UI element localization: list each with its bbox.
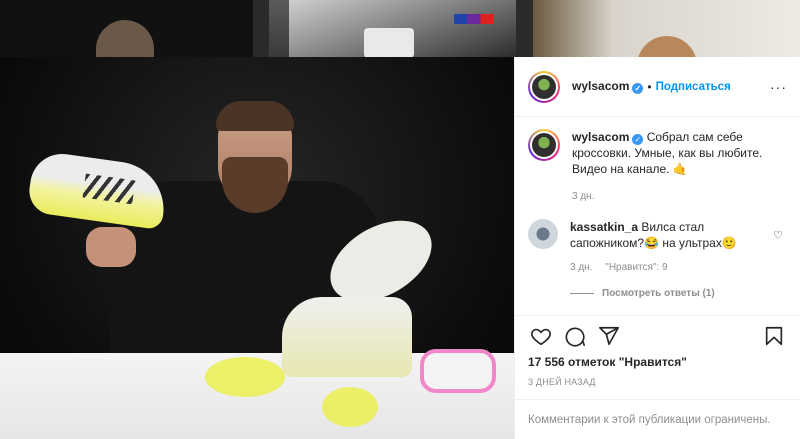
commenter-username[interactable]: kassatkin_a: [570, 220, 638, 234]
author-avatar[interactable]: [528, 129, 560, 161]
feed-thumbnail[interactable]: [532, 0, 800, 57]
commenter-avatar[interactable]: [528, 219, 558, 249]
feed-background: [0, 0, 800, 57]
share-icon[interactable]: [596, 323, 622, 349]
view-replies-label: Посмотреть ответы (1): [602, 288, 715, 299]
author-username[interactable]: wylsacom ✓: [572, 79, 644, 94]
verified-icon: ✓: [632, 83, 644, 94]
post-modal: wylsacom ✓ • Подписаться ··· wylsacom ✓ Со…: [0, 57, 800, 439]
comments-section: wylsacom ✓ Собрал сам себе кроссовки. Умн…: [515, 117, 800, 315]
comment-likes[interactable]: "Нравится": 9: [605, 262, 667, 273]
post-photo[interactable]: [0, 57, 514, 439]
post-date[interactable]: 3 ДНЕЙ НАЗАД: [515, 373, 800, 399]
action-bar: [515, 315, 800, 355]
bookmark-icon[interactable]: [761, 323, 787, 349]
verified-icon: ✓: [632, 134, 644, 145]
caption: wylsacom ✓ Собрал сам себе кроссовки. Умн…: [528, 129, 787, 205]
comment-heart-icon[interactable]: ♡: [773, 229, 783, 242]
separator-dot: •: [647, 79, 652, 94]
comment: kassatkin_a Вилса стал сапожником?😂 на у…: [528, 219, 787, 276]
post-header: wylsacom ✓ • Подписаться ···: [515, 57, 800, 117]
follow-button[interactable]: Подписаться: [656, 81, 731, 93]
author-avatar[interactable]: [528, 70, 560, 103]
feed-thumbnail[interactable]: [269, 0, 517, 57]
author-username-text[interactable]: wylsacom: [572, 79, 629, 93]
comment-time[interactable]: 3 дн.: [570, 262, 592, 273]
post-side-panel: wylsacom ✓ • Подписаться ··· wylsacom ✓ Со…: [514, 57, 800, 439]
feed-thumbnail[interactable]: [0, 0, 253, 57]
more-options-icon[interactable]: ···: [770, 79, 787, 95]
comment-icon[interactable]: [562, 323, 588, 349]
heart-icon[interactable]: [528, 323, 554, 349]
caption-time[interactable]: 3 дн.: [572, 189, 787, 205]
caption-username[interactable]: wylsacom: [572, 130, 629, 144]
comments-limited-notice: Комментарии к этой публикации ограничены…: [515, 399, 800, 439]
likes-count[interactable]: 17 556 отметок "Нравится": [515, 355, 800, 373]
view-replies-button[interactable]: Посмотреть ответы (1): [570, 288, 787, 299]
